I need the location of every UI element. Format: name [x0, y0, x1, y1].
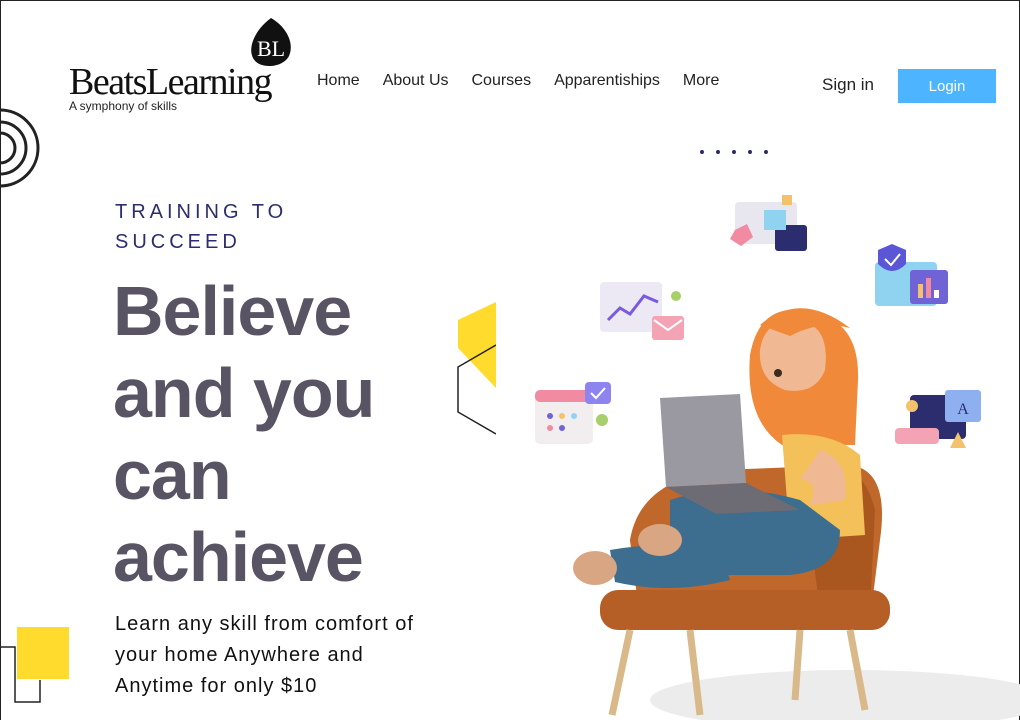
girl-figure [573, 308, 865, 589]
yellow-square-decoration [0, 627, 69, 703]
nav-about-us[interactable]: About Us [383, 72, 449, 90]
dots-decoration [700, 150, 768, 154]
floating-letter-icon: A [895, 390, 981, 448]
girl-with-laptop-illustration: A [535, 195, 1020, 720]
concentric-arcs-decoration [0, 108, 40, 188]
nav-apprenticeships[interactable]: Apparentiships [554, 72, 660, 90]
nav-courses[interactable]: Courses [472, 72, 532, 90]
svg-text:A: A [957, 401, 969, 418]
signin-link[interactable]: Sign in [822, 75, 874, 95]
main-nav: Home About Us Courses Apparentiships Mor… [317, 72, 742, 90]
nav-home[interactable]: Home [317, 72, 360, 90]
login-button[interactable]: Login [898, 69, 996, 103]
brand-name: BeatsLearning [69, 61, 273, 103]
brand-logo[interactable]: BL BeatsLearning A symphony of skills [69, 18, 299, 118]
floating-chart-icon [600, 282, 684, 340]
floating-card-icon [730, 195, 807, 251]
floating-calendar-icon [535, 382, 611, 444]
floating-shield-icon [875, 244, 948, 306]
hero-subtext: Learn any skill from comfort of your hom… [115, 613, 414, 697]
hero-eyebrow: TRAINING TO SUCCEED [115, 201, 288, 253]
hexagon-decoration [457, 302, 496, 435]
nav-more[interactable]: More [683, 72, 719, 90]
hero-headline: Believe and you can achieve [113, 272, 375, 596]
brand-tagline: A symphony of skills [69, 99, 178, 113]
svg-text:BL: BL [257, 36, 285, 61]
